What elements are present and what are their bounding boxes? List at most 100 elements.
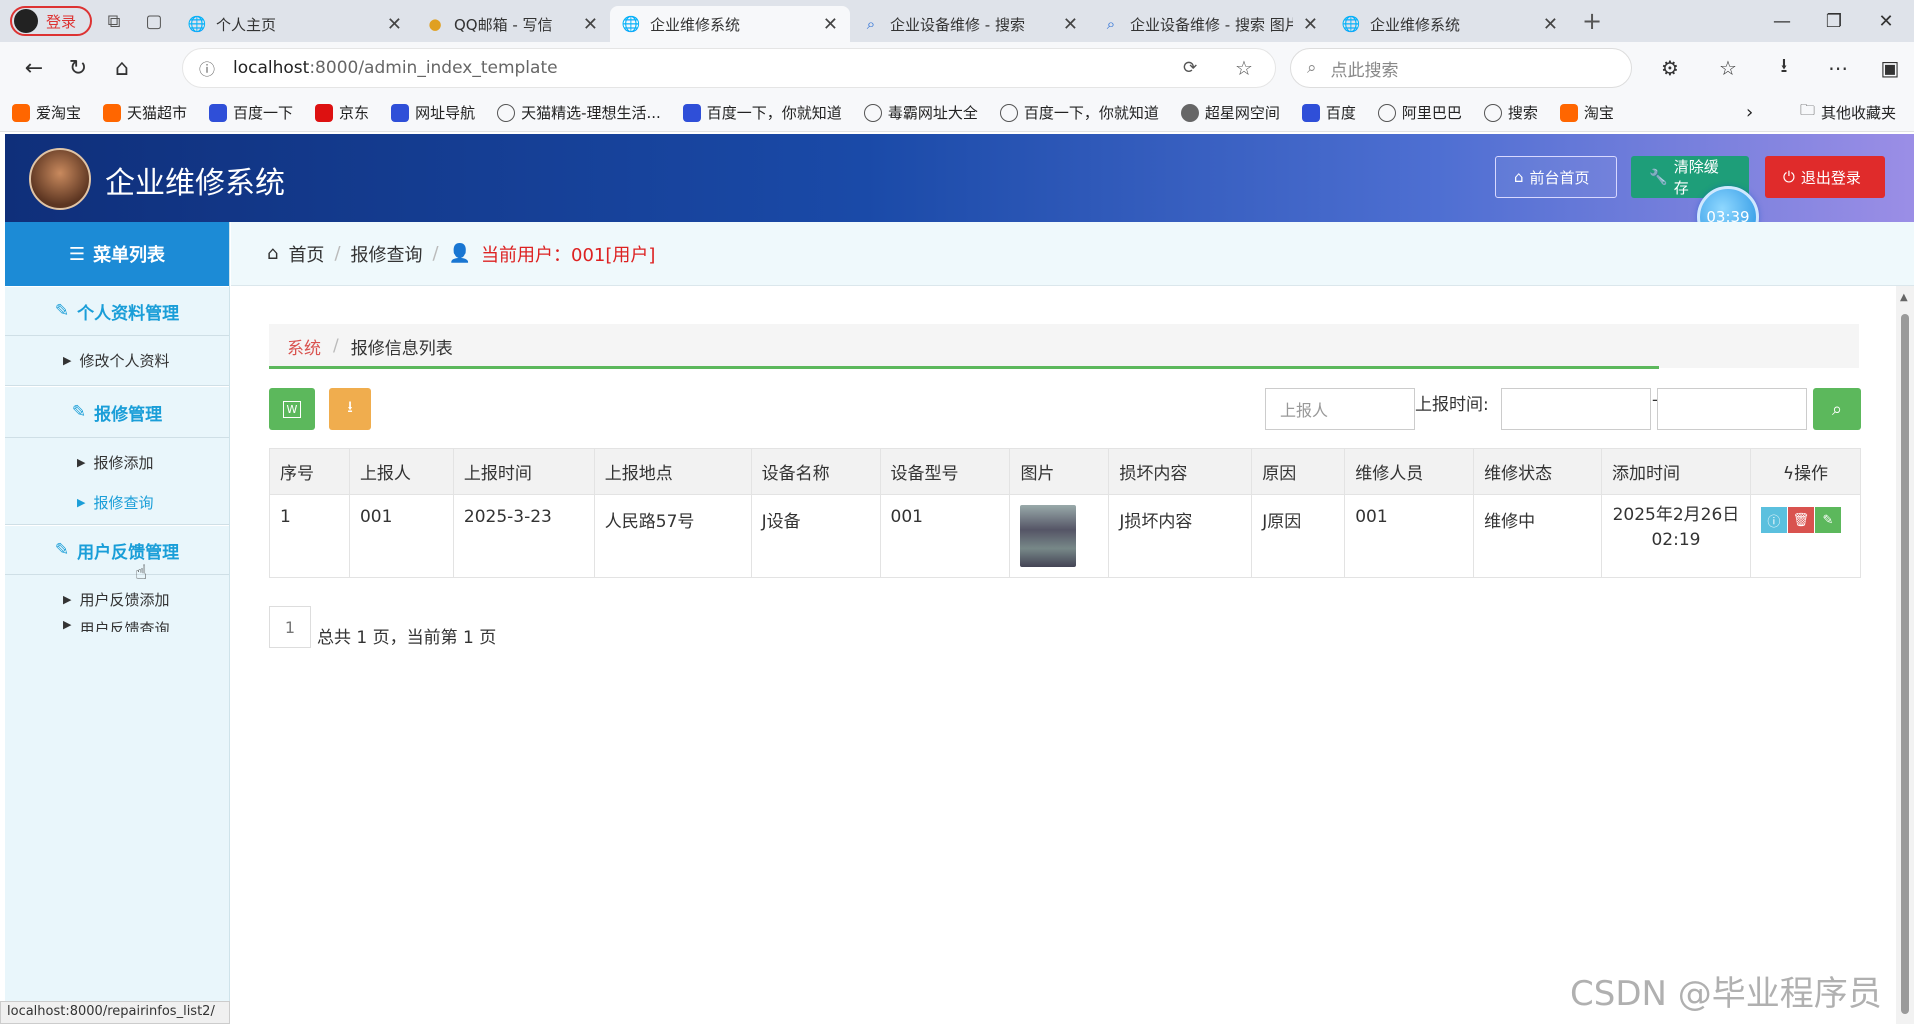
logout-button[interactable]: ⏻ 退出登录 xyxy=(1765,156,1885,198)
close-icon[interactable]: ✕ xyxy=(387,14,402,35)
breadcrumb-separator: / xyxy=(432,243,439,264)
tab-personal-home[interactable]: 🌐 个人主页 ✕ xyxy=(176,6,414,42)
page-number[interactable]: 1 xyxy=(269,606,311,648)
folder-icon: 🗀 xyxy=(1800,101,1816,119)
home-icon[interactable]: ⌂ xyxy=(100,46,144,90)
report-time-start-input[interactable] xyxy=(1501,388,1651,430)
repair-table: 序号 上报人 上报时间 上报地点 设备名称 设备型号 图片 损坏内容 原因 维修… xyxy=(269,448,1862,578)
search-button[interactable]: ⌕ xyxy=(1813,388,1861,430)
content-scrollbar[interactable]: ▲ xyxy=(1896,286,1914,1024)
tab-search-images[interactable]: ⌕ 企业设备维修 - 搜索 图片 ✕ xyxy=(1090,6,1330,42)
edit-button[interactable]: ✎ xyxy=(1814,507,1841,533)
main-content: 系统 / 报修信息列表 W ⭳ 上报人 上报时间: - ⌕ 序号 上报人 上报时… xyxy=(231,286,1896,1024)
info-icon[interactable]: ⓘ xyxy=(199,56,215,80)
chevron-right-icon[interactable]: › xyxy=(1746,102,1753,123)
bookmark-item[interactable]: 阿里巴巴 xyxy=(1377,102,1462,123)
cell-actions: ⓘ 🗑 ✎ xyxy=(1749,494,1862,578)
reporter-filter-input[interactable]: 上报人 xyxy=(1265,388,1415,430)
workspaces-icon[interactable]: ⧉ xyxy=(92,0,136,42)
bookmark-item[interactable]: 天猫精选-理想生活... xyxy=(497,102,661,123)
globe-icon xyxy=(497,103,516,122)
delete-button[interactable]: 🗑 xyxy=(1787,507,1814,533)
pagination: 1 总共 1 页，当前第 1 页 xyxy=(269,606,496,648)
sidebar-item-feedback-query[interactable]: ▶ 用户反馈查询 xyxy=(5,618,229,632)
taobao-icon xyxy=(12,103,30,122)
tab-repair-system-active[interactable]: 🌐 企业维修系统 ✕ xyxy=(610,6,850,42)
front-home-button[interactable]: ⌂ 前台首页 xyxy=(1495,156,1617,198)
export-word-button[interactable]: W xyxy=(269,388,315,430)
sidebar-toggle-icon[interactable]: ▣ xyxy=(1874,52,1906,84)
bookmark-item[interactable]: 淘宝 xyxy=(1559,102,1614,123)
reader-icon[interactable]: ⟳ xyxy=(1183,58,1197,78)
scrollbar-thumb[interactable] xyxy=(1901,314,1909,1014)
column-header: 序号 xyxy=(269,448,350,495)
cell-no: 1 xyxy=(269,494,350,578)
scroll-up-icon[interactable]: ▲ xyxy=(1900,292,1908,303)
bookmark-item[interactable]: 百度一下，你就知道 xyxy=(999,102,1159,123)
globe-icon: 🌐 xyxy=(621,15,641,33)
profile-login-button[interactable]: 登录 xyxy=(10,6,92,36)
favorites-icon[interactable]: ☆ xyxy=(1712,52,1744,84)
bookmark-item[interactable]: 百度一下 xyxy=(209,102,293,123)
column-header: 原因 xyxy=(1251,448,1346,495)
bookmark-item[interactable]: 天猫超市 xyxy=(103,102,187,123)
sidebar-item-repair-query[interactable]: ▶ 报修查询 xyxy=(5,481,229,525)
new-tab-icon[interactable]: + xyxy=(1570,0,1614,42)
sidebar-item-repair-add[interactable]: ▶ 报修添加 xyxy=(5,444,229,481)
back-icon[interactable]: ← xyxy=(12,46,56,90)
equipment-thumbnail[interactable] xyxy=(1020,505,1077,567)
bookmark-item[interactable]: 网址导航 xyxy=(391,102,475,123)
cell-reporter: 001 xyxy=(348,494,454,578)
favorite-star-icon[interactable]: ☆ xyxy=(1235,56,1253,80)
sidebar-group-profile[interactable]: ✎ 个人资料管理 xyxy=(5,286,229,336)
report-time-label: 上报时间: xyxy=(1415,395,1489,415)
tab-search-repair[interactable]: ⌕ 企业设备维修 - 搜索 ✕ xyxy=(850,6,1090,42)
tab-actions-icon[interactable]: ▢ xyxy=(132,0,176,42)
column-header: 损坏内容 xyxy=(1108,448,1253,495)
globe-icon xyxy=(863,103,882,122)
sidebar-group-repair[interactable]: ✎ 报修管理 xyxy=(5,386,229,438)
extensions-icon[interactable]: ⚙ xyxy=(1654,52,1686,84)
minimize-icon[interactable]: — xyxy=(1752,0,1812,42)
maximize-icon[interactable]: ❐ xyxy=(1804,0,1864,42)
other-favorites-folder[interactable]: 🗀 其他收藏夹 xyxy=(1800,100,1896,125)
column-header: 图片 xyxy=(1009,448,1110,495)
bookmarks-bar: 爱淘宝 天猫超市 百度一下 京东 网址导航 天猫精选-理想生活... 百度一下，… xyxy=(0,94,1914,132)
chaoxing-icon xyxy=(1180,103,1199,122)
sidebar-item-edit-profile[interactable]: ▶ 修改个人资料 xyxy=(5,336,229,386)
caret-right-icon: ▶ xyxy=(63,354,72,367)
tab-repair-system-2[interactable]: 🌐 企业维修系统 ✕ xyxy=(1330,6,1570,42)
bookmark-item[interactable]: 百度 xyxy=(1301,102,1356,123)
bookmark-item[interactable]: 爱淘宝 xyxy=(12,102,81,123)
sidebar-group-feedback[interactable]: ✎ 用户反馈管理 xyxy=(5,525,229,575)
bookmark-item[interactable]: 毒霸网址大全 xyxy=(863,102,978,123)
close-icon[interactable]: ✕ xyxy=(1543,14,1558,35)
browser-search-input[interactable]: ⌕ 点此搜索 xyxy=(1290,48,1632,88)
close-icon[interactable]: ✕ xyxy=(1063,14,1078,35)
close-icon[interactable]: ✕ xyxy=(583,14,598,35)
downloads-icon[interactable]: ⭳ xyxy=(1768,52,1800,84)
cell-image xyxy=(1009,494,1110,578)
cell-damage: J损坏内容 xyxy=(1108,494,1253,578)
close-icon[interactable]: ✕ xyxy=(823,14,838,35)
bookmark-item[interactable]: 京东 xyxy=(315,102,369,123)
search-icon: ⌕ xyxy=(1106,15,1116,33)
more-icon[interactable]: ⋯ xyxy=(1822,52,1854,84)
window-close-icon[interactable]: ✕ xyxy=(1856,0,1914,42)
sidebar-item-feedback-add[interactable]: ▶ 用户反馈添加 xyxy=(5,581,229,618)
panel-crumb-root[interactable]: 系统 xyxy=(287,334,321,359)
address-bar-row: ← ↻ ⌂ ⓘ localhost:8000/admin_index_templ… xyxy=(0,42,1914,94)
refresh-icon[interactable]: ↻ xyxy=(56,46,100,90)
close-icon[interactable]: ✕ xyxy=(1303,14,1318,35)
tab-qq-mail[interactable]: ● QQ邮箱 - 写信 ✕ xyxy=(414,6,610,42)
url-field[interactable]: ⓘ localhost:8000/admin_index_template ⟳ … xyxy=(182,48,1276,88)
cell-model: 001 xyxy=(879,494,1011,578)
app-logo xyxy=(29,148,91,210)
bookmark-item[interactable]: 百度一下，你就知道 xyxy=(682,102,842,123)
bookmark-item[interactable]: 搜索 xyxy=(1483,102,1538,123)
download-button[interactable]: ⭳ xyxy=(329,388,371,430)
report-time-end-input[interactable] xyxy=(1657,388,1807,430)
bookmark-item[interactable]: 超星网空间 xyxy=(1180,102,1280,123)
info-button[interactable]: ⓘ xyxy=(1760,507,1787,533)
breadcrumb-home[interactable]: 首页 xyxy=(288,241,324,267)
